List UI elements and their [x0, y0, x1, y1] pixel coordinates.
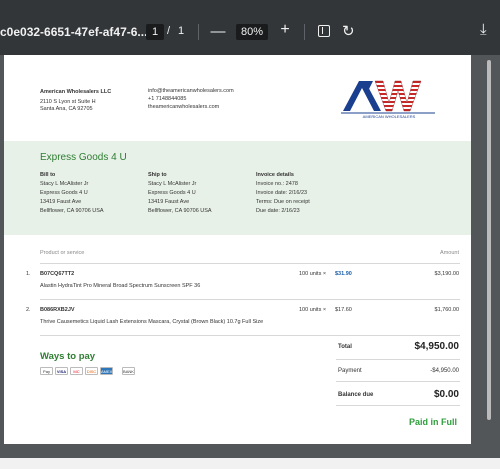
line-item-description: Alastin HydraTint Pro Mineral Broad Spec…: [40, 283, 201, 289]
line-item-number: 2.: [26, 307, 31, 313]
invoice-date: Invoice date: 2/16/23: [256, 190, 308, 196]
line-item-number: 1.: [26, 271, 31, 277]
table-divider: [40, 299, 460, 300]
line-item-unit-price: $17.60: [335, 307, 352, 313]
ways-to-pay-heading: Ways to pay: [40, 351, 96, 362]
line-item-unit-price: $31.90: [335, 271, 352, 277]
bill-to-line: Stacy L McAlister Jr: [40, 181, 89, 187]
document-title: c0e032-6651-47ef-af47-6...: [0, 25, 148, 39]
page-total: 1: [178, 25, 185, 37]
zoom-level-input[interactable]: 80%: [236, 24, 268, 40]
bill-to-line: Bellflower, CA 90706 USA: [40, 208, 104, 214]
logo-text: AMERICAN WHOLESALERS: [363, 114, 416, 119]
total-value: $4,950.00: [414, 341, 460, 352]
line-item-sku: B07CQ67TT2: [40, 271, 75, 277]
payment-value: -$4,950.00: [430, 368, 459, 374]
totals-divider: [336, 405, 460, 406]
customer-name: Express Goods 4 U: [40, 152, 127, 163]
seller-address-line2: Santa Ana, CA 92705: [40, 106, 93, 112]
line-item-amount: $3,190.00: [434, 271, 459, 277]
line-item-description: Thrive Causemetics Liquid Lash Extension…: [40, 319, 264, 325]
apple-pay-icon: Pay: [40, 367, 53, 375]
line-item-amount: $1,760.00: [434, 307, 459, 313]
ship-to-line: Express Goods 4 U: [148, 190, 196, 196]
zoom-out-button[interactable]: —: [210, 23, 226, 40]
page-separator: /: [167, 25, 171, 37]
visa-icon: VISA: [55, 367, 68, 375]
bank-icon: BANK: [122, 367, 135, 375]
toolbar-divider: [304, 24, 305, 40]
seller-website: theamericanwholesalers.com: [148, 104, 220, 110]
fit-page-icon[interactable]: [318, 25, 330, 37]
invoice-terms: Terms: Due on receipt: [256, 199, 310, 205]
toolbar-divider: [198, 24, 199, 40]
payment-label: Payment: [338, 368, 362, 374]
col-header-amount: Amount: [440, 250, 459, 256]
ship-to-line: 13419 Faust Ave: [148, 199, 190, 205]
totals-divider: [336, 381, 460, 382]
company-logo: AMERICAN WHOLESALERS: [341, 80, 435, 119]
payment-status: Paid in Full: [409, 417, 458, 427]
mastercard-icon: MC: [70, 367, 83, 375]
invoice-due-date: Due date: 2/16/23: [256, 208, 300, 214]
seller-name: American Wholesalers LLC: [40, 89, 112, 95]
bill-to-line: 13419 Faust Ave: [40, 199, 82, 205]
line-item-quantity: 100 units ×: [299, 271, 327, 277]
totals-divider: [336, 359, 460, 360]
download-icon[interactable]: ⤓: [480, 21, 487, 38]
pdf-toolbar: c0e032-6651-47ef-af47-6... 1 / 1 — 80% +…: [0, 0, 500, 55]
line-item-quantity: 100 units ×: [299, 307, 327, 313]
col-header-product: Product or service: [40, 250, 85, 256]
discover-icon: DISC: [85, 367, 98, 375]
ship-to-line: Bellflower, CA 90706 USA: [148, 208, 212, 214]
scrollbar-thumb[interactable]: [487, 60, 491, 420]
ship-to-heading: Ship to: [148, 172, 167, 178]
rotate-icon[interactable]: ↻: [342, 22, 355, 40]
bill-to-line: Express Goods 4 U: [40, 190, 88, 196]
table-divider: [40, 263, 460, 264]
amex-icon: AMEX: [100, 367, 113, 375]
balance-due-label: Balance due: [338, 392, 374, 398]
seller-email: info@theamericanwholesalers.com: [148, 88, 234, 94]
page-number-input[interactable]: 1: [146, 24, 164, 40]
line-item-sku: B086RXB2JV: [40, 307, 75, 313]
balance-due-value: $0.00: [433, 389, 459, 400]
bottom-bar: [0, 458, 500, 469]
totals-divider: [336, 335, 460, 336]
invoice-details-heading: Invoice details: [256, 172, 294, 178]
total-label: Total: [338, 344, 352, 350]
bill-to-heading: Bill to: [40, 172, 56, 178]
ship-to-line: Stacy L McAlister Jr: [148, 181, 197, 187]
invoice-page: American Wholesalers LLC 2110 S Lyon st …: [4, 55, 471, 444]
zoom-in-button[interactable]: +: [278, 21, 292, 39]
seller-phone: +1 7148844085: [148, 96, 187, 102]
invoice-number: Invoice no.: 2478: [256, 181, 298, 187]
